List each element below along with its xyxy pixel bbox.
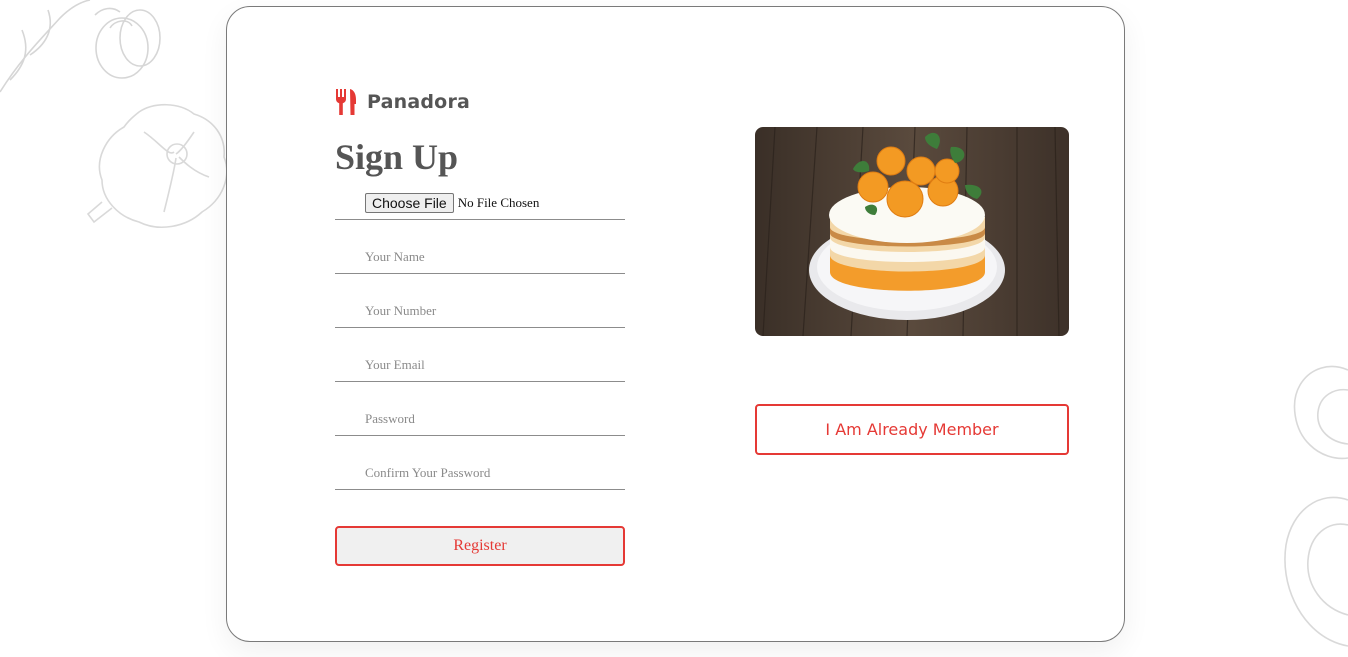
email-input[interactable] xyxy=(365,355,615,375)
name-field-row xyxy=(335,220,625,274)
already-member-button[interactable]: I Am Already Member xyxy=(755,404,1069,455)
background-sketch-top-left xyxy=(0,0,170,110)
brand-name: Panadora xyxy=(367,91,471,113)
password-field-row xyxy=(335,382,625,436)
page-title: Sign Up xyxy=(335,137,459,177)
email-field-row xyxy=(335,328,625,382)
register-button[interactable]: Register xyxy=(335,526,625,566)
utensils-icon xyxy=(336,89,356,115)
confirm-password-input[interactable] xyxy=(365,463,615,483)
confirm-password-field-row xyxy=(335,436,625,490)
name-input[interactable] xyxy=(365,247,615,267)
password-input[interactable] xyxy=(365,409,615,429)
number-field-row xyxy=(335,274,625,328)
avatar-upload-row: Choose File No File Chosen xyxy=(335,193,625,220)
file-status: No File Chosen xyxy=(457,195,540,210)
number-input[interactable] xyxy=(365,301,615,321)
page: Panadora Sign Up Choose File No File Cho… xyxy=(0,0,1348,657)
background-sketch-left-flower xyxy=(84,102,234,242)
signup-card: Panadora Sign Up Choose File No File Cho… xyxy=(226,6,1125,642)
cake-image xyxy=(755,127,1069,336)
brand: Panadora xyxy=(335,89,470,115)
background-sketch-right xyxy=(1280,360,1348,657)
choose-file-button[interactable]: Choose File xyxy=(365,193,454,213)
signup-form: Choose File No File Chosen xyxy=(335,193,625,490)
